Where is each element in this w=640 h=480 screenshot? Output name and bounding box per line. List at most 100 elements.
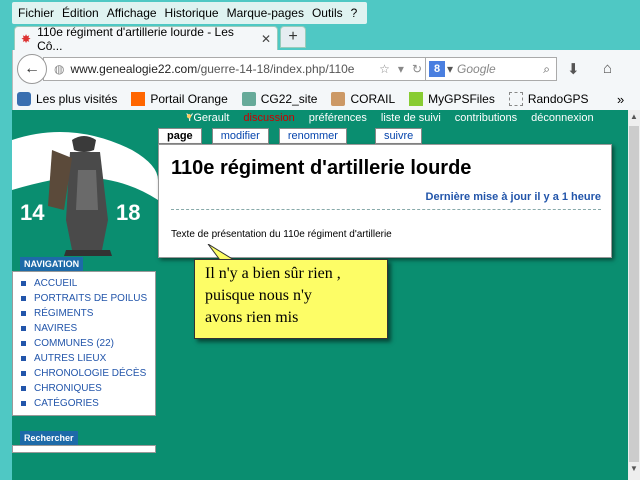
tab-renommer[interactable]: renommer: [278, 128, 347, 144]
bookmark-corail[interactable]: CORAIL: [327, 92, 395, 106]
nav-item-regiments[interactable]: RÉGIMENTS: [21, 307, 155, 320]
tab-modifier[interactable]: modifier: [211, 128, 269, 144]
blank-page-icon: [508, 92, 523, 106]
callout-line-3: avons rien mis: [205, 309, 299, 326]
tab-title: 110e régiment d'artillerie lourde - Les …: [37, 24, 234, 53]
magnifier-icon[interactable]: ⌕: [543, 62, 550, 77]
nav-item-accueil[interactable]: ACCUEIL: [21, 277, 155, 290]
user-link-watchlist[interactable]: liste de suivi: [381, 112, 441, 124]
site-favicon-icon: ✸: [21, 31, 32, 46]
navigation-title: NAVIGATION: [20, 257, 84, 271]
menu-aide[interactable]: ?: [351, 6, 358, 20]
user-link-preferences[interactable]: préférences: [309, 112, 367, 124]
navigation-toolbar: ◍ www.genealogie22.com/guerre-14-18/inde…: [12, 50, 640, 88]
new-tab-button[interactable]: +: [280, 26, 306, 48]
article-content: 110e régiment d'artillerie lourde Derniè…: [158, 144, 612, 258]
tab-page[interactable]: page: [158, 128, 202, 144]
url-bar[interactable]: ◍ www.genealogie22.com/guerre-14-18/inde…: [43, 57, 427, 81]
nav-item-label: RÉGIMENTS: [34, 308, 94, 319]
tab-strip: ✸ 110e régiment d'artillerie lourde - Le…: [12, 24, 640, 53]
user-link-discussion[interactable]: discussion: [243, 112, 294, 124]
reload-icon[interactable]: ↻: [412, 62, 422, 76]
url-text[interactable]: www.genealogie22.com/guerre-14-18/index.…: [70, 62, 375, 76]
mygps-logo-icon: [409, 92, 424, 106]
poilu-logo-icon: 14 18: [12, 132, 158, 256]
bookmark-randogps[interactable]: RandoGPS: [505, 92, 589, 106]
back-button[interactable]: ←: [17, 54, 47, 84]
bullet-icon: [21, 371, 26, 376]
bullet-icon: [21, 281, 26, 286]
bullet-icon: [21, 326, 26, 331]
back-arrow-icon: ←: [24, 60, 40, 77]
menu-fichier[interactable]: Fichier: [18, 6, 54, 20]
menu-affichage[interactable]: Affichage: [107, 6, 157, 20]
search-placeholder: Google: [457, 62, 496, 76]
search-bar[interactable]: 8 ▾ Google ⌕: [425, 57, 557, 81]
nav-item-label: AUTRES LIEUX: [34, 353, 107, 364]
user-link-logout[interactable]: déconnexion: [531, 112, 593, 124]
bullet-icon: [21, 341, 26, 346]
last-update-text: Dernière mise à jour il y a 1 heure: [425, 191, 601, 203]
bullet-icon: [21, 296, 26, 301]
globe-icon: ◍: [54, 62, 65, 76]
bookmark-mygpsfiles[interactable]: MyGPSFiles: [405, 92, 495, 106]
tab-suivre[interactable]: suivre: [374, 128, 423, 144]
content-divider: [171, 209, 601, 210]
bookmark-label: MyGPSFiles: [428, 92, 495, 106]
nav-item-categories[interactable]: CATÉGORIES: [21, 397, 155, 410]
logo-number-right: 18: [116, 200, 140, 225]
tab-close-icon[interactable]: ✕: [261, 32, 271, 46]
bookmark-plus-visites[interactable]: Les plus visités: [13, 92, 117, 106]
page-title: 110e régiment d'artillerie lourde: [171, 157, 472, 179]
menu-outils[interactable]: Outils: [312, 6, 343, 20]
nav-item-autres-lieux[interactable]: AUTRES LIEUX: [21, 352, 155, 365]
bullet-icon: [21, 356, 26, 361]
url-host: www.genealogie22.com: [70, 62, 198, 76]
nav-item-navires[interactable]: NAVIRES: [21, 322, 155, 335]
page-tabs: page modifier renommer suivre: [158, 128, 432, 144]
bookmark-label: Portail Orange: [150, 92, 228, 106]
user-link-ygerault[interactable]: YGerault: [186, 112, 229, 124]
bullet-icon: [21, 401, 26, 406]
scroll-up-icon[interactable]: ▲: [628, 112, 640, 126]
bookmarks-overflow-icon[interactable]: »: [617, 92, 624, 107]
corail-logo-icon: [331, 92, 346, 106]
bookmark-label: CORAIL: [350, 92, 396, 106]
menu-marque-pages[interactable]: Marque-pages: [227, 6, 304, 20]
user-link-contributions[interactable]: contributions: [455, 112, 517, 124]
nav-item-portraits[interactable]: PORTRAITS DE POILUS: [21, 292, 155, 305]
url-path: /guerre-14-18/index.php/110e: [197, 62, 355, 76]
search-section-title: Rechercher: [20, 431, 78, 445]
bookmark-star-icon[interactable]: ☆: [379, 62, 390, 76]
user-icon: ●: [186, 111, 193, 122]
bookmark-label: CG22_site: [260, 92, 318, 106]
nav-item-chronologie[interactable]: CHRONOLOGIE DÉCÈS: [21, 367, 155, 380]
article-body: Texte de présentation du 110e régiment d…: [171, 229, 392, 240]
bookmark-portail-orange[interactable]: Portail Orange: [127, 92, 228, 106]
nav-item-label: CATÉGORIES: [34, 398, 99, 409]
site-logo[interactable]: 14 18: [12, 110, 158, 256]
home-icon[interactable]: ⌂: [603, 60, 612, 77]
vertical-scrollbar[interactable]: ▲ ▼: [628, 110, 640, 480]
nav-item-label: PORTRAITS DE POILUS: [34, 293, 148, 304]
tab-active[interactable]: ✸ 110e régiment d'artillerie lourde - Le…: [14, 24, 278, 53]
nav-item-chroniques[interactable]: CHRONIQUES: [21, 382, 155, 395]
google-engine-icon[interactable]: 8: [429, 61, 445, 77]
dropdown-arrow-icon[interactable]: ▾: [398, 62, 404, 76]
menu-edition[interactable]: Édition: [62, 6, 99, 20]
engine-dropdown-icon[interactable]: ▾: [447, 62, 453, 76]
callout-line-1: Il n'y a bien sûr rien ,: [205, 265, 341, 282]
bookmark-cg22[interactable]: CG22_site: [238, 92, 318, 106]
menu-historique[interactable]: Historique: [165, 6, 219, 20]
nav-item-communes[interactable]: COMMUNES (22): [21, 337, 155, 350]
bookmarks-toolbar: Les plus visités Portail Orange CG22_sit…: [12, 88, 640, 110]
menu-bar: Fichier Édition Affichage Historique Mar…: [12, 2, 368, 24]
download-icon[interactable]: ⬇: [567, 60, 580, 78]
logo-number-left: 14: [20, 200, 45, 225]
scroll-down-icon[interactable]: ▼: [628, 464, 640, 478]
navigation-list: ACCUEIL PORTRAITS DE POILUS RÉGIMENTS NA…: [12, 271, 156, 416]
nav-item-label: COMMUNES (22): [34, 338, 115, 349]
scrollbar-thumb[interactable]: [629, 126, 639, 462]
sidebar-search-box[interactable]: [12, 445, 156, 453]
nav-item-label: NAVIRES: [34, 323, 78, 334]
